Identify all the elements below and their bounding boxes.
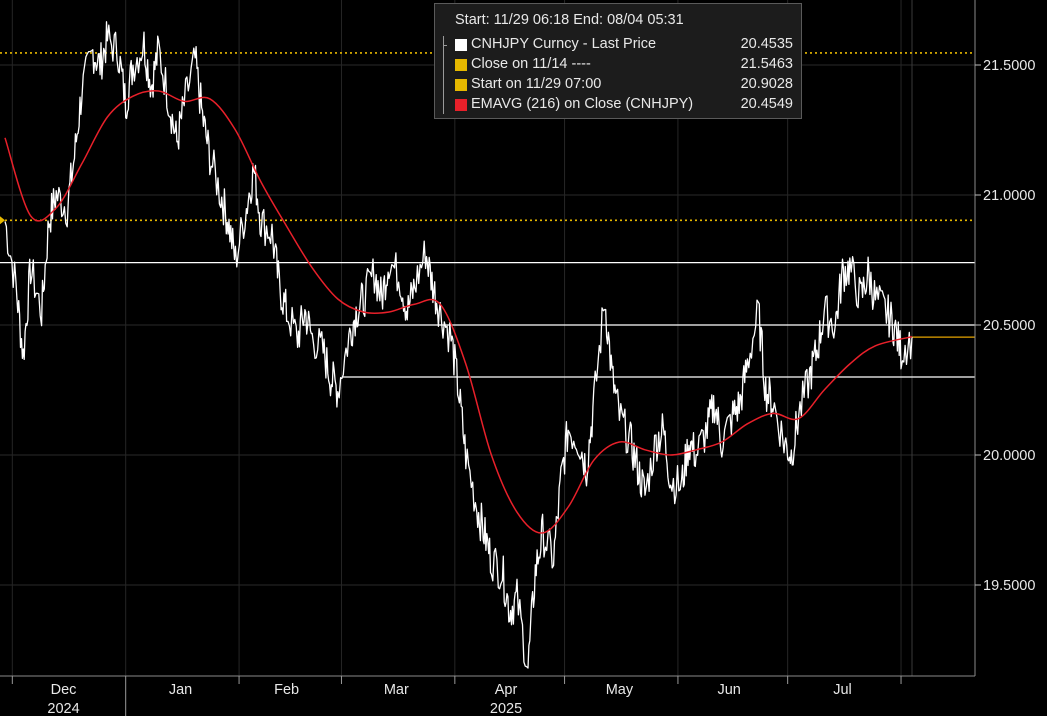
x-tick-label: Dec — [51, 682, 77, 698]
x-tick-label: Apr — [495, 682, 518, 698]
legend-swatch — [455, 79, 467, 91]
x-tick-label: Mar — [384, 682, 409, 698]
y-tick-label: 19.5000 — [983, 578, 1035, 594]
legend-item-value: 20.4535 — [740, 36, 793, 52]
legend-swatch — [455, 39, 467, 51]
legend-item-last-price[interactable]: CNHJPY Curncy - Last Price 20.4535 — [443, 36, 793, 55]
legend-swatch — [455, 59, 467, 71]
legend-item-value: 20.4549 — [740, 96, 793, 112]
x-year-label: 2025 — [490, 701, 522, 716]
legend-box: Start: 11/29 06:18 End: 08/04 05:31 CNHJ… — [434, 3, 802, 119]
y-axis: 21.5000 21.0000 20.5000 20.0000 19.5000 — [975, 58, 1035, 594]
x-tick-label: Jan — [169, 682, 192, 698]
legend-swatch — [455, 99, 467, 111]
legend-item-close[interactable]: Close on 11/14 ---- 21.5463 — [455, 56, 793, 75]
legend-item-value: 20.9028 — [740, 76, 793, 92]
legend-item-start[interactable]: Start on 11/29 07:00 20.9028 — [455, 76, 793, 95]
legend-tree-line — [443, 36, 444, 114]
legend-item-value: 21.5463 — [740, 56, 793, 72]
x-tick-label: May — [606, 682, 634, 698]
legend-item-label: EMAVG (216) on Close (CNHJPY) — [471, 96, 694, 112]
legend-item-label: Start on 11/29 07:00 — [471, 76, 602, 92]
legend-item-label: Close on 11/14 ---- — [471, 56, 591, 72]
legend-item-label: CNHJPY Curncy - Last Price — [471, 36, 657, 52]
legend-header: Start: 11/29 06:18 End: 08/04 05:31 — [455, 12, 684, 28]
x-tick-label: Jun — [717, 682, 740, 698]
x-year-label: 2024 — [47, 701, 79, 716]
y-tick-label: 20.0000 — [983, 448, 1035, 464]
legend-item-emavg[interactable]: EMAVG (216) on Close (CNHJPY) 20.4549 — [455, 96, 793, 115]
x-axis: Dec Jan Feb Mar Apr May Jun Jul 2024 2025 — [11, 676, 902, 716]
x-tick-label: Jul — [833, 682, 852, 698]
y-tick-label: 21.5000 — [983, 58, 1035, 74]
y-tick-label: 20.5000 — [983, 318, 1035, 334]
y-tick-label: 21.0000 — [983, 188, 1035, 204]
x-tick-label: Feb — [274, 682, 299, 698]
